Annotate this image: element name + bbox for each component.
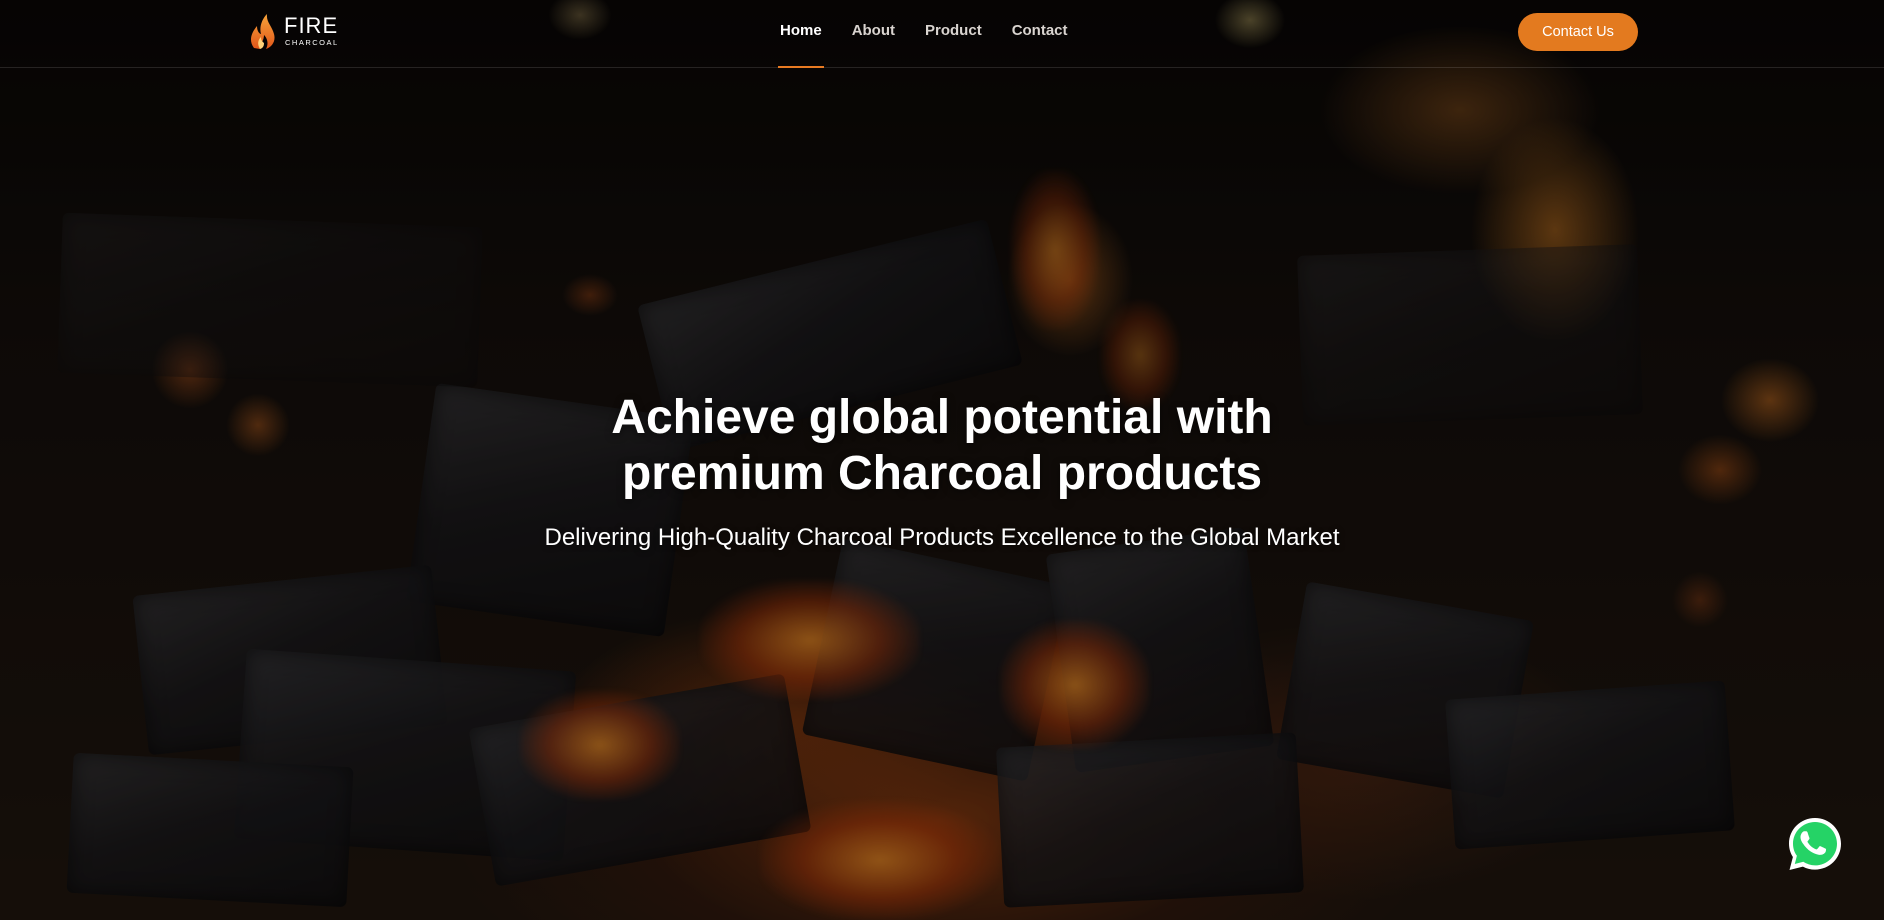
nav-item-home[interactable]: Home <box>765 0 837 68</box>
brand-name-top: FIRE <box>284 13 339 39</box>
hero-title-line-2: premium Charcoal products <box>621 447 1263 500</box>
flame-icon <box>250 14 275 49</box>
nav-item-about[interactable]: About <box>837 0 910 67</box>
main-nav: Home About Product Contact <box>765 0 1083 68</box>
hero-subtitle: Delivering High-Quality Charcoal Product… <box>544 524 1340 551</box>
landing-page: FIRE CHARCOAL Home About Product Contact… <box>0 0 1884 920</box>
whatsapp-button[interactable] <box>1785 814 1845 874</box>
contact-us-button[interactable]: Contact Us <box>1518 13 1638 51</box>
brand-logo[interactable]: FIRE CHARCOAL <box>248 12 339 50</box>
hero-section: Achieve global potential with premium Ch… <box>0 390 1884 552</box>
brand-name-bottom: CHARCOAL <box>285 38 339 48</box>
nav-item-contact[interactable]: Contact <box>997 0 1083 67</box>
whatsapp-icon <box>1789 818 1841 870</box>
site-header: FIRE CHARCOAL Home About Product Contact… <box>0 0 1884 68</box>
nav-item-product[interactable]: Product <box>910 0 997 67</box>
hero-title: Achieve global potential with premium Ch… <box>542 390 1342 502</box>
hero-title-line-1: Achieve global potential with <box>611 391 1273 444</box>
